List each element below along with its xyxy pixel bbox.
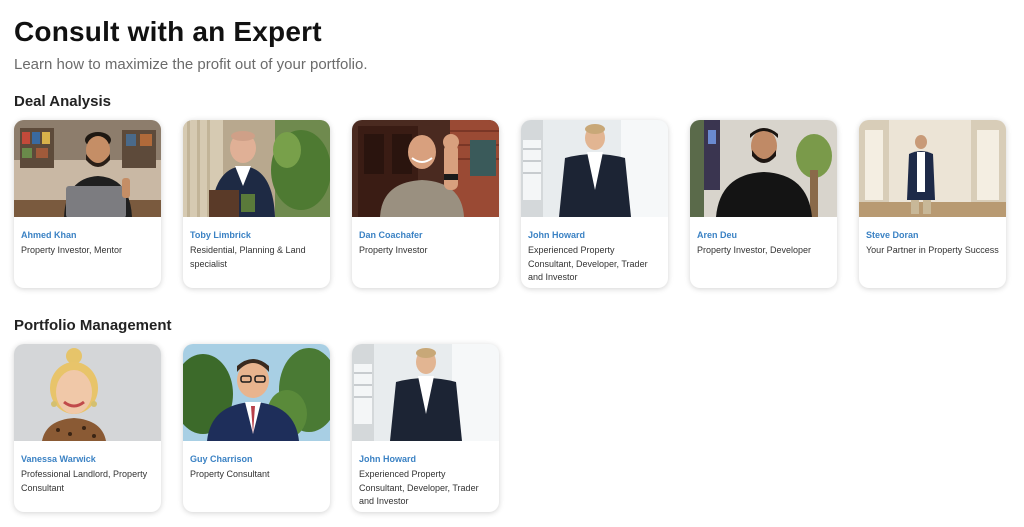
deal-analysis-expert-list: Ahmed Khan Property Investor, Mentor Tob… <box>14 120 1006 288</box>
expert-role: Property Investor, Developer <box>697 245 812 255</box>
expert-name: Toby Limbrick <box>190 230 251 240</box>
expert-photo <box>690 120 837 217</box>
expert-photo <box>183 344 330 441</box>
expert-photo <box>859 120 1006 217</box>
portfolio-management-expert-list: Vanessa Warwick Professional Landlord, P… <box>14 344 499 512</box>
expert-photo <box>14 344 161 441</box>
page-title: Consult with an Expert <box>14 16 322 47</box>
expert-role: Experienced Property Consultant, Develop… <box>359 469 479 506</box>
expert-photo <box>352 344 499 441</box>
expert-name: Aren Deu <box>697 230 738 240</box>
expert-card[interactable]: John Howard Experienced Property Consult… <box>521 120 668 288</box>
expert-card[interactable]: Dan Coachafer Property Investor <box>352 120 499 288</box>
expert-name: John Howard <box>528 230 586 240</box>
expert-name: Guy Charrison <box>190 454 253 464</box>
expert-photo <box>521 120 668 217</box>
section-heading-deal-analysis: Deal Analysis <box>14 93 111 110</box>
expert-role: Experienced Property Consultant, Develop… <box>528 245 648 282</box>
expert-card[interactable]: John Howard Experienced Property Consult… <box>352 344 499 512</box>
expert-name: Steve Doran <box>866 230 919 240</box>
expert-role: Property Investor <box>359 245 428 255</box>
expert-role: Property Consultant <box>190 469 270 479</box>
expert-name: Dan Coachafer <box>359 230 423 240</box>
expert-photo <box>352 120 499 217</box>
expert-photo <box>14 120 161 217</box>
expert-name: John Howard <box>359 454 417 464</box>
expert-photo <box>183 120 330 217</box>
expert-role: Professional Landlord, Property Consulta… <box>21 469 148 493</box>
expert-role: Residential, Planning & Land specialist <box>190 245 306 269</box>
section-heading-portfolio-management: Portfolio Management <box>14 317 172 334</box>
expert-card[interactable]: Toby Limbrick Residential, Planning & La… <box>183 120 330 288</box>
expert-role: Property Investor, Mentor <box>21 245 123 255</box>
expert-name: Ahmed Khan <box>21 230 77 240</box>
expert-name: Vanessa Warwick <box>21 454 96 464</box>
page-subtitle: Learn how to maximize the profit out of … <box>14 56 368 73</box>
expert-role: Your Partner in Property Success <box>866 245 999 255</box>
expert-card[interactable]: Aren Deu Property Investor, Developer <box>690 120 837 288</box>
expert-card[interactable]: Ahmed Khan Property Investor, Mentor <box>14 120 161 288</box>
expert-card[interactable]: Guy Charrison Property Consultant <box>183 344 330 512</box>
expert-card[interactable]: Steve Doran Your Partner in Property Suc… <box>859 120 1006 288</box>
expert-card[interactable]: Vanessa Warwick Professional Landlord, P… <box>14 344 161 512</box>
